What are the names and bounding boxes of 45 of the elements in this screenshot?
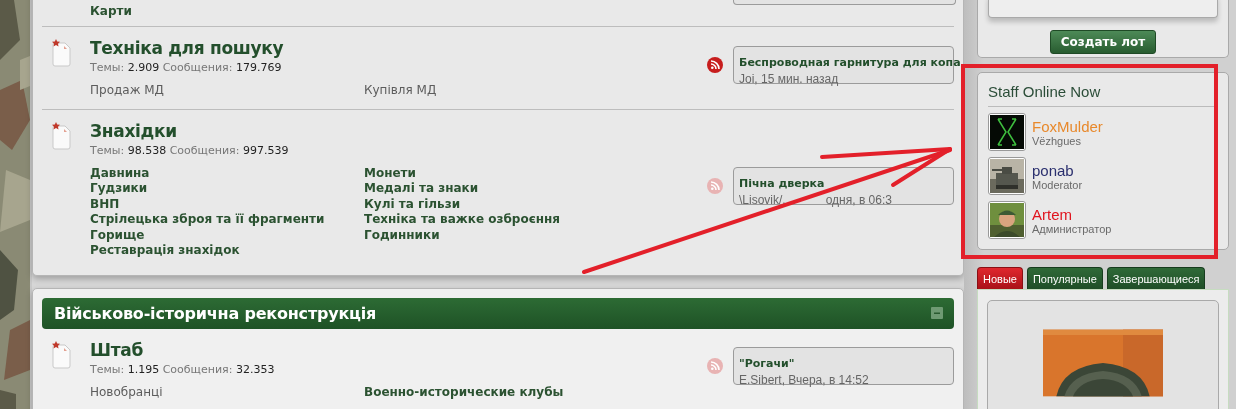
last-post-title[interactable]: Беспроводная гарнитура для копа bbox=[739, 55, 961, 69]
subforum-link[interactable]: Реставрація знахідок bbox=[90, 243, 240, 259]
forum-title[interactable]: Штаб bbox=[90, 339, 705, 360]
panel-title: Staff Online Now bbox=[988, 83, 1218, 107]
subforum-link[interactable]: Монети bbox=[364, 165, 416, 181]
forum-stats: Темы: 2.909 Сообщения: 179.769 bbox=[90, 61, 283, 74]
forum-document-icon bbox=[52, 121, 72, 150]
forum-document-icon bbox=[52, 340, 72, 369]
subforum-link[interactable]: Техніка та важке озброєння bbox=[364, 212, 561, 228]
subforum-link[interactable]: Медалі та знаки bbox=[364, 181, 479, 197]
member-role: Vëzhgues bbox=[1032, 134, 1082, 147]
last-post-title[interactable]: "Рогачи" bbox=[739, 357, 795, 371]
subforum-link[interactable]: Военно-исторические клубы bbox=[364, 384, 564, 400]
subforum-link[interactable]: ВНП bbox=[90, 196, 120, 212]
member-name[interactable]: ponab bbox=[1032, 161, 1083, 179]
collapse-icon[interactable] bbox=[931, 307, 943, 319]
last-post-meta: одня, в 06:3 bbox=[825, 193, 892, 207]
subforum-link[interactable]: Давнина bbox=[90, 165, 150, 181]
forum-title[interactable]: Знахідки bbox=[90, 120, 705, 141]
last-post-title[interactable]: Пічна дверка bbox=[739, 177, 825, 190]
rss-feed-icon[interactable] bbox=[707, 56, 723, 73]
category-title[interactable]: Військово-історична реконструкція bbox=[54, 303, 931, 323]
subforum-link[interactable]: Продаж МД bbox=[90, 83, 164, 99]
tab[interactable]: Завершающиеся bbox=[1106, 267, 1206, 289]
member-role: Moderator bbox=[1032, 178, 1083, 191]
member-name[interactable]: Artem bbox=[1032, 205, 1112, 223]
subforum-link[interactable]: Гудзики bbox=[90, 181, 148, 197]
subforum-link[interactable]: Кулі та гільзи bbox=[364, 196, 461, 212]
subforum-link[interactable]: Купівля МД bbox=[364, 83, 437, 99]
create-lot-button[interactable]: Создать лот bbox=[1049, 30, 1157, 54]
forum-document-icon bbox=[52, 39, 72, 67]
subforum-link[interactable]: Стрілецька зброя та її фрагменти bbox=[90, 212, 325, 228]
forum-title[interactable]: Техніка для пошуку bbox=[90, 38, 705, 58]
forum-stats: Темы: 1.195 Сообщения: 32.353 bbox=[90, 362, 276, 376]
last-post-meta: E.Sibert, Вчера, в 14:52 bbox=[739, 373, 869, 388]
member-role: Администратор bbox=[1032, 222, 1112, 235]
subforum-link[interactable]: Новобранці bbox=[90, 384, 163, 400]
subforum-link[interactable]: Горище bbox=[90, 227, 145, 243]
subforum-link[interactable]: Карти bbox=[90, 4, 132, 18]
tab[interactable]: Популярные bbox=[1026, 267, 1103, 289]
forum-stats: Темы: 98.538 Сообщения: 997.539 bbox=[90, 143, 290, 157]
tab[interactable]: Новые bbox=[977, 267, 1023, 289]
subforum-link[interactable]: Годинники bbox=[364, 227, 440, 243]
last-post-meta: Joi, 15 мин. назад bbox=[739, 71, 839, 86]
last-post-meta: \Lisovik/, bbox=[739, 193, 786, 207]
